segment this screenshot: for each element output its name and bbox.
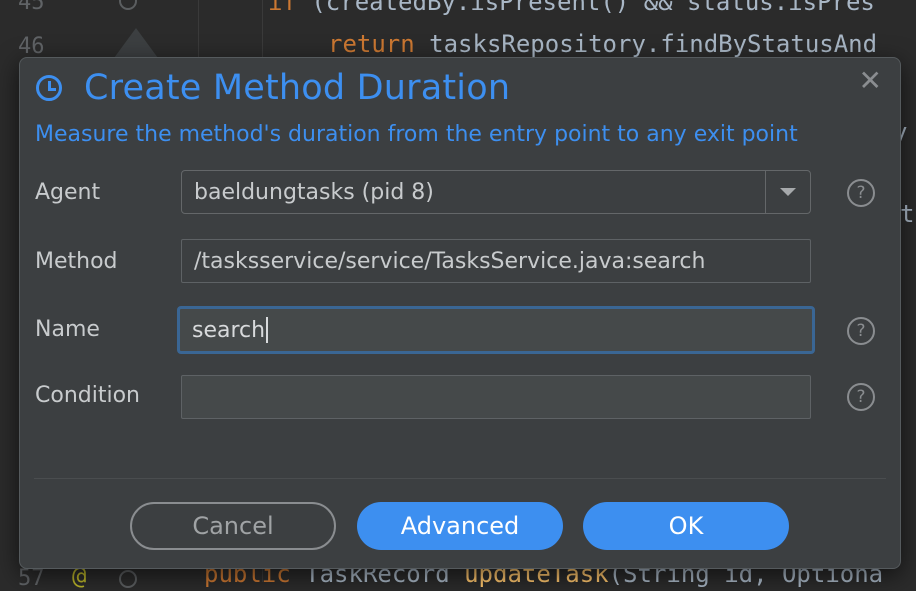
- help-icon[interactable]: ?: [847, 179, 875, 207]
- help-icon[interactable]: ?: [847, 383, 875, 411]
- dialog-header: Create Method Duration: [36, 68, 510, 108]
- agent-label: Agent: [35, 180, 101, 205]
- cancel-button[interactable]: Cancel: [130, 502, 336, 550]
- dialog-title: Create Method Duration: [84, 68, 511, 108]
- breakpoint-gutter-icon[interactable]: [119, 0, 137, 10]
- clock-icon: [36, 75, 62, 101]
- name-value: search: [192, 317, 266, 343]
- line-number: 57: [18, 566, 45, 591]
- breakpoint-gutter-icon[interactable]: [119, 570, 137, 588]
- condition-input[interactable]: [181, 375, 811, 419]
- method-value: /tasksservice/service/TasksService.java:…: [194, 248, 706, 274]
- method-label: Method: [35, 249, 118, 274]
- method-field[interactable]: /tasksservice/service/TasksService.java:…: [181, 239, 811, 283]
- text-caret: [266, 317, 269, 343]
- code-fragment: t: [900, 200, 915, 228]
- name-input[interactable]: search: [177, 306, 815, 354]
- ok-button[interactable]: OK: [583, 502, 789, 550]
- footer-divider: [34, 478, 886, 479]
- close-icon[interactable]: ✕: [859, 66, 882, 96]
- popup-pointer: [114, 28, 158, 58]
- create-method-duration-dialog: Create Method Duration ✕ Measure the met…: [19, 57, 901, 569]
- code-line-45: if (createdBy.isPresent() && status.isPr…: [268, 0, 875, 16]
- line-number: 46: [18, 34, 45, 59]
- name-label: Name: [35, 317, 100, 342]
- help-icon[interactable]: ?: [847, 317, 875, 345]
- agent-select[interactable]: baeldungtasks (pid 8): [181, 170, 811, 214]
- select-divider: [765, 171, 766, 213]
- advanced-button[interactable]: Advanced: [357, 502, 563, 550]
- dialog-subtitle: Measure the method's duration from the e…: [35, 122, 798, 147]
- agent-selected-value: baeldungtasks (pid 8): [194, 179, 434, 205]
- chevron-down-icon[interactable]: [780, 188, 796, 196]
- code-line-46: return tasksRepository.findByStatusAnd: [328, 30, 878, 58]
- line-number: 45: [18, 0, 45, 15]
- condition-label: Condition: [35, 383, 140, 408]
